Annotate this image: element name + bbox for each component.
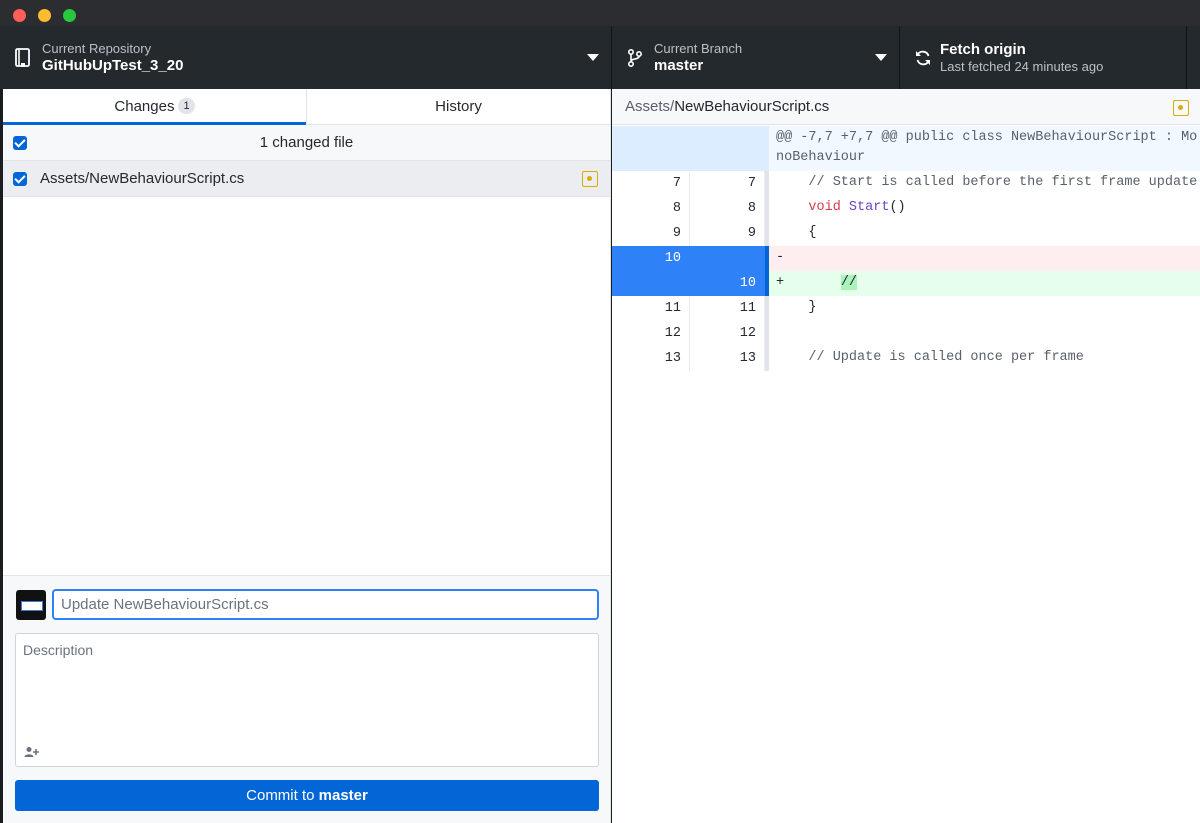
file-include-checkbox[interactable]	[13, 172, 27, 186]
commit-summary-input[interactable]	[52, 589, 599, 620]
diff-panel: Assets/NewBehaviourScript.cs @@ -7,7 +7,…	[612, 89, 1200, 823]
diff-code: // Start is called before the first fram…	[776, 175, 1198, 190]
diff-code: }	[776, 300, 817, 315]
diff-view: @@ -7,7 +7,7 @@ public class NewBehaviou…	[612, 126, 1200, 371]
diff-file-header: Assets/NewBehaviourScript.cs	[612, 89, 1200, 125]
diff-file-dir: Assets/	[625, 98, 675, 115]
changed-files-header: 1 changed file	[3, 125, 610, 161]
file-modified-icon	[582, 171, 598, 187]
new-line-number: 9	[690, 221, 765, 246]
new-line-number: 12	[690, 321, 765, 346]
branch-label: Current Branch	[654, 41, 743, 56]
file-path: Assets/NewBehaviourScript.cs	[40, 170, 245, 187]
hunk-header-row[interactable]: @@ -7,7 +7,7 @@ public class NewBehaviou…	[612, 126, 1200, 171]
diff-line[interactable]: 9 9 {	[612, 221, 1200, 246]
repo-caret-down-icon	[587, 54, 599, 61]
old-line-number: 7	[612, 171, 690, 196]
add-coauthor-icon[interactable]	[24, 746, 40, 758]
diff-code: -	[769, 246, 1200, 271]
diff-line[interactable]: 12 12	[612, 321, 1200, 346]
diff-code: {	[776, 225, 817, 240]
commit-description-input[interactable]	[16, 634, 598, 744]
new-line-number	[690, 126, 765, 171]
commit-button-prefix: Commit to	[246, 787, 315, 804]
new-line-number: 7	[690, 171, 765, 196]
tab-history[interactable]: History	[306, 89, 610, 124]
old-line-number: 13	[612, 346, 690, 371]
diff-file-path: Assets/NewBehaviourScript.cs	[625, 89, 829, 125]
changed-files-count: 1 changed file	[259, 134, 354, 151]
diff-code: + //	[769, 271, 1200, 296]
new-line-number: 13	[690, 346, 765, 371]
new-line-number: 10	[690, 271, 765, 296]
diff-code: // Update is called once per frame	[776, 350, 1084, 365]
current-branch-button[interactable]: Current Branch master	[612, 26, 900, 89]
tab-changes[interactable]: Changes 1	[3, 89, 306, 125]
commit-button-branch: master	[318, 787, 368, 804]
code-function: Start	[848, 200, 890, 215]
commit-button[interactable]: Commit to master	[15, 780, 599, 811]
toolbar: Current Repository GitHubUpTest_3_20 Cur…	[0, 26, 1200, 89]
added-text-highlight: //	[840, 275, 858, 290]
diff-sign: +	[776, 275, 785, 290]
new-line-number	[690, 246, 765, 271]
diff-line[interactable]: 8 8 void Start()	[612, 196, 1200, 221]
diff-code	[769, 321, 1200, 346]
fetch-origin-button[interactable]: Fetch origin Last fetched 24 minutes ago	[900, 26, 1187, 89]
old-line-number: 10	[612, 246, 690, 271]
old-line-number: 11	[612, 296, 690, 321]
code-rest: ()	[889, 200, 906, 215]
avatar	[16, 590, 46, 620]
repo-label: Current Repository	[42, 41, 152, 56]
diff-line[interactable]: 7 7 // Start is called before the first …	[612, 171, 1200, 196]
commit-description-box	[15, 633, 599, 767]
hunk-header-text: @@ -7,7 +7,7 @@ public class NewBehaviou…	[769, 126, 1200, 171]
last-fetched-status: Last fetched 24 minutes ago	[940, 59, 1104, 74]
tab-history-label: History	[435, 98, 482, 115]
toolbar-spacer	[1187, 26, 1200, 89]
sidebar-tabs: Changes 1 History	[3, 89, 610, 125]
diff-modified-icon	[1173, 100, 1189, 116]
list-item[interactable]: Assets/NewBehaviourScript.cs	[3, 161, 610, 197]
diff-file-name: NewBehaviourScript.cs	[674, 98, 830, 115]
code-keyword: void	[808, 200, 841, 215]
minimize-window-button[interactable]	[38, 9, 51, 22]
old-line-number	[612, 126, 690, 171]
changes-sidebar: Changes 1 History 1 changed file Assets/N…	[3, 89, 611, 823]
tab-changes-label: Changes	[114, 98, 175, 115]
close-window-button[interactable]	[13, 9, 26, 22]
branch-icon	[627, 48, 643, 68]
old-line-number	[612, 271, 690, 296]
current-repository-button[interactable]: Current Repository GitHubUpTest_3_20	[0, 26, 612, 89]
branch-caret-down-icon	[875, 54, 887, 61]
diff-line-added[interactable]: 10 + //	[612, 271, 1200, 296]
repo-icon	[15, 48, 30, 67]
zoom-window-button[interactable]	[63, 9, 76, 22]
commit-message-area: Commit to master	[3, 575, 610, 823]
sync-icon	[916, 50, 930, 66]
diff-code: void Start()	[769, 196, 1200, 221]
branch-name: master	[654, 57, 704, 74]
new-line-number: 11	[690, 296, 765, 321]
old-line-number: 12	[612, 321, 690, 346]
old-line-number: 9	[612, 221, 690, 246]
repo-name: GitHubUpTest_3_20	[42, 57, 184, 74]
changes-count-badge: 1	[178, 98, 195, 114]
window-titlebar	[0, 0, 1200, 26]
diff-sign: -	[776, 250, 785, 265]
old-line-number: 8	[612, 196, 690, 221]
diff-line[interactable]: 13 13 // Update is called once per frame	[612, 346, 1200, 371]
diff-line[interactable]: 11 11 }	[612, 296, 1200, 321]
diff-line-deleted[interactable]: 10 -	[612, 246, 1200, 271]
new-line-number: 8	[690, 196, 765, 221]
fetch-title: Fetch origin	[940, 41, 1026, 58]
